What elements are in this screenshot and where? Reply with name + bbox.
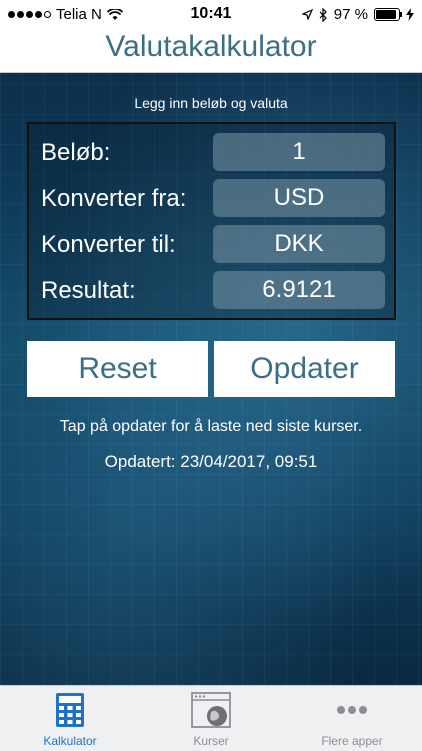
main-content: Legg inn beløb og valuta Beløb: 1 Konver…: [0, 73, 422, 685]
calculator-icon: [56, 693, 84, 727]
update-tip-text: Tap på opdater for å laste ned siste kur…: [59, 418, 363, 435]
from-currency-label: Konverter fra:: [41, 185, 187, 212]
last-updated-text: Opdatert: 23/04/2017, 09:51: [104, 452, 318, 471]
amount-row: Beløb: 1: [29, 133, 394, 171]
to-currency-field[interactable]: DKK: [213, 225, 385, 263]
tab-kurser[interactable]: Kurser: [141, 686, 281, 751]
battery-icon: [374, 8, 402, 21]
tab-flere-apper-label: Flere apper: [321, 734, 383, 748]
result-value: 6.9121: [213, 271, 385, 309]
more-dots-icon: [337, 706, 367, 714]
tab-bar: Kalkulator Kurser Flere apper: [0, 685, 422, 751]
status-bar: Telia N 10:41 97 %: [0, 0, 422, 28]
amount-field[interactable]: 1: [213, 133, 385, 171]
result-label: Resultat:: [41, 277, 136, 304]
tab-kurser-label: Kurser: [193, 734, 229, 748]
tab-kalkulator-label: Kalkulator: [43, 734, 97, 748]
update-button[interactable]: Opdater: [214, 341, 395, 397]
charging-bolt-icon: [406, 8, 414, 21]
bluetooth-icon: [319, 7, 327, 22]
status-right: 97 %: [301, 6, 414, 23]
page-title: Valutakalkulator: [105, 30, 317, 63]
to-currency-row: Konverter til: DKK: [29, 225, 394, 263]
amount-label: Beløb:: [41, 139, 111, 166]
from-currency-row: Konverter fra: USD: [29, 179, 394, 217]
reset-button[interactable]: Reset: [27, 341, 208, 397]
tab-flere-apper[interactable]: Flere apper: [282, 686, 422, 751]
result-row: Resultat: 6.9121: [29, 271, 394, 309]
from-currency-field[interactable]: USD: [213, 179, 385, 217]
battery-percent: 97 %: [333, 6, 368, 23]
nav-bar: Valutakalkulator: [0, 28, 422, 73]
globe-window-icon: [191, 692, 231, 728]
tab-kalkulator[interactable]: Kalkulator: [0, 686, 140, 751]
instruction-text: Legg inn beløb og valuta: [134, 95, 288, 111]
location-arrow-icon: [301, 9, 313, 20]
to-currency-label: Konverter til:: [41, 231, 176, 258]
converter-panel: Beløb: 1 Konverter fra: USD Konverter ti…: [27, 122, 396, 320]
